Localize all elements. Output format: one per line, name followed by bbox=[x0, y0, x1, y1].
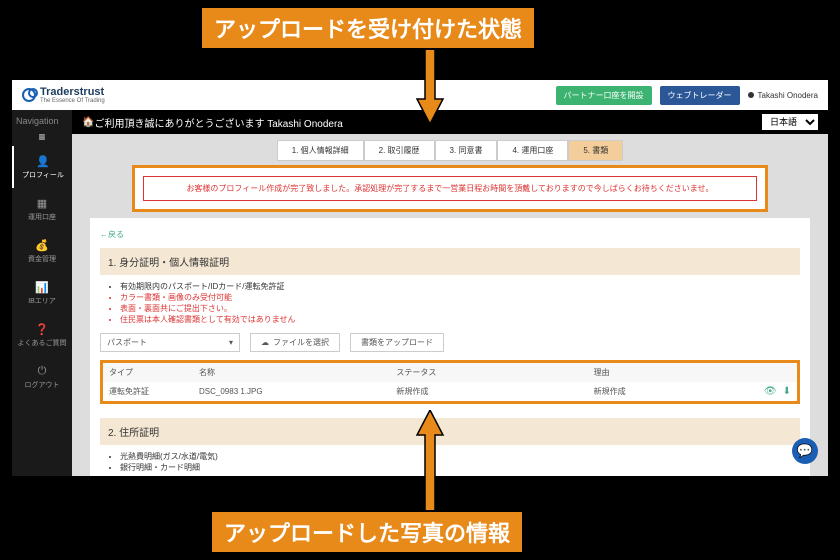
identity-requirements-list: 有効期限内のパスポート/IDカード/運転免許証 カラー書類・画像のみ受付可能 表… bbox=[100, 281, 800, 325]
arrow-up-icon bbox=[415, 410, 445, 516]
list-item: 銀行明細・カード明細 bbox=[120, 462, 800, 473]
cell-reason: 新規作成 bbox=[594, 386, 626, 397]
tab-documents[interactable]: 5. 書類 bbox=[568, 140, 623, 161]
sidebar-item-funds[interactable]: 💰 資金管理 bbox=[12, 230, 72, 272]
language-select[interactable]: 日本語 bbox=[762, 114, 818, 130]
welcome-bar: 🏠 ご利用頂き誠にありがとうございます Takashi Onodera 日本語 bbox=[72, 110, 828, 134]
sidebar-item-ib[interactable]: 📊 IBエリア bbox=[12, 272, 72, 314]
back-link[interactable]: ←戻る bbox=[100, 229, 124, 240]
chat-support-button[interactable]: 💬 bbox=[792, 438, 818, 464]
sidebar-item-logout[interactable]: ⏻ ログアウト bbox=[12, 356, 72, 398]
status-alert: お客様のプロフィール作成が完了致しました。承認処理が完了するまで一営業日程お時間… bbox=[143, 176, 757, 201]
question-icon: ❓ bbox=[35, 322, 49, 336]
cloud-icon: ☁ bbox=[261, 338, 269, 347]
list-item: カラー書類・画像のみ受付可能 bbox=[120, 292, 800, 303]
cell-status: 新規作成 bbox=[396, 386, 593, 397]
download-file-icon[interactable]: ⬇ bbox=[783, 386, 791, 397]
nav-label: Navigation bbox=[12, 114, 72, 128]
upload-controls: パスポート ▾ ☁ ファイルを選択 書類をアップロード bbox=[100, 333, 800, 352]
sidebar-item-profile[interactable]: 👤 プロフィール bbox=[12, 146, 72, 188]
annotation-callout-bottom: アップロードした写真の情報 bbox=[210, 510, 524, 554]
sidebar-item-label: IBエリア bbox=[28, 296, 56, 306]
button-label: ファイルを選択 bbox=[273, 337, 329, 348]
main-content: 🏠 ご利用頂き誠にありがとうございます Takashi Onodera 日本語 … bbox=[72, 110, 828, 476]
section-identity-heading: 1. 身分証明・個人情報証明 bbox=[100, 248, 800, 275]
document-type-select[interactable]: パスポート ▾ bbox=[100, 333, 240, 352]
section-address-heading: 2. 住所証明 bbox=[100, 418, 800, 445]
list-item: 光熱費明細(ガス/水道/電気) bbox=[120, 451, 800, 462]
sidebar-item-label: 運用口座 bbox=[28, 212, 56, 222]
status-alert-highlight: お客様のプロフィール作成が完了致しました。承認処理が完了するまで一営業日程お時間… bbox=[132, 165, 768, 212]
sidebar-item-faq[interactable]: ❓ よくあるご質問 bbox=[12, 314, 72, 356]
open-partner-account-button[interactable]: パートナー口座を開設 bbox=[556, 86, 652, 105]
chat-icon: 💬 bbox=[797, 443, 813, 459]
arrow-down-icon bbox=[415, 44, 445, 124]
tab-account[interactable]: 4. 運用口座 bbox=[497, 140, 568, 161]
sidebar-item-accounts[interactable]: ▦ 運用口座 bbox=[12, 188, 72, 230]
sidebar-item-label: ログアウト bbox=[25, 380, 60, 390]
column-header: ステータス bbox=[396, 367, 593, 378]
choose-file-button[interactable]: ☁ ファイルを選択 bbox=[250, 333, 340, 352]
logo-icon bbox=[22, 88, 36, 102]
uploaded-files-highlight: タイプ 名称 ステータス 理由 運転免許証 DSC_0983 1.JPG 新規作… bbox=[100, 360, 800, 404]
column-header: 名称 bbox=[199, 367, 396, 378]
view-file-icon[interactable]: 👁 bbox=[764, 386, 777, 397]
hamburger-icon[interactable]: ≡ bbox=[36, 128, 47, 146]
sidebar-item-label: プロフィール bbox=[22, 170, 64, 180]
table-header-row: タイプ 名称 ステータス 理由 bbox=[103, 363, 797, 382]
chevron-down-icon: ▾ bbox=[229, 338, 233, 347]
cell-filename: DSC_0983 1.JPG bbox=[199, 387, 396, 396]
tab-personal-info[interactable]: 1. 個人情報詳細 bbox=[277, 140, 364, 161]
sidebar-item-label: よくあるご質問 bbox=[18, 338, 67, 348]
list-item: 住民票は本人確認書類として有効ではありません bbox=[120, 314, 800, 325]
brand-tagline: The Essence Of Trading bbox=[40, 98, 105, 104]
user-icon: 👤 bbox=[36, 154, 50, 168]
upload-document-button[interactable]: 書類をアップロード bbox=[350, 333, 444, 352]
brand-logo[interactable]: Traderstrust The Essence Of Trading bbox=[22, 86, 105, 104]
web-trader-button[interactable]: ウェブトレーダー bbox=[660, 86, 740, 105]
documents-panel: ←戻る 1. 身分証明・個人情報証明 有効期限内のパスポート/IDカード/運転免… bbox=[90, 218, 810, 476]
home-icon: 🏠 bbox=[82, 117, 94, 128]
side-navigation: Navigation ≡ 👤 プロフィール ▦ 運用口座 💰 資金管理 📊 IB… bbox=[12, 110, 72, 476]
list-item: 有効期限内のパスポート/IDカード/運転免許証 bbox=[120, 281, 800, 292]
tab-agreement[interactable]: 3. 同意書 bbox=[435, 140, 498, 161]
table-row: 運転免許証 DSC_0983 1.JPG 新規作成 新規作成 👁 ⬇ bbox=[103, 382, 797, 401]
list-item: 表面・裏面共にご提出下さい。 bbox=[120, 303, 800, 314]
power-icon: ⏻ bbox=[35, 364, 49, 378]
step-tabs: 1. 個人情報詳細 2. 取引履歴 3. 同意書 4. 運用口座 5. 書類 bbox=[82, 140, 818, 161]
sidebar-item-label: 資金管理 bbox=[28, 254, 56, 264]
user-avatar-icon bbox=[748, 92, 754, 98]
select-value: パスポート bbox=[107, 337, 147, 348]
money-icon: 💰 bbox=[35, 238, 49, 252]
column-header: 理由 bbox=[594, 367, 791, 378]
tab-trading-history[interactable]: 2. 取引履歴 bbox=[364, 140, 435, 161]
chart-icon: 📊 bbox=[35, 280, 49, 294]
annotation-callout-top: アップロードを受け付けた状態 bbox=[200, 6, 536, 50]
welcome-text: ご利用頂き誠にありがとうございます Takashi Onodera bbox=[94, 115, 342, 130]
cell-type: 運転免許証 bbox=[109, 386, 199, 397]
user-name: Takashi Onodera bbox=[758, 91, 818, 100]
column-header: タイプ bbox=[109, 367, 199, 378]
grid-icon: ▦ bbox=[35, 196, 49, 210]
address-requirements-list: 光熱費明細(ガス/水道/電気) 銀行明細・カード明細 bbox=[100, 451, 800, 473]
user-menu[interactable]: Takashi Onodera bbox=[748, 91, 818, 100]
brand-name: Traderstrust bbox=[40, 86, 104, 98]
